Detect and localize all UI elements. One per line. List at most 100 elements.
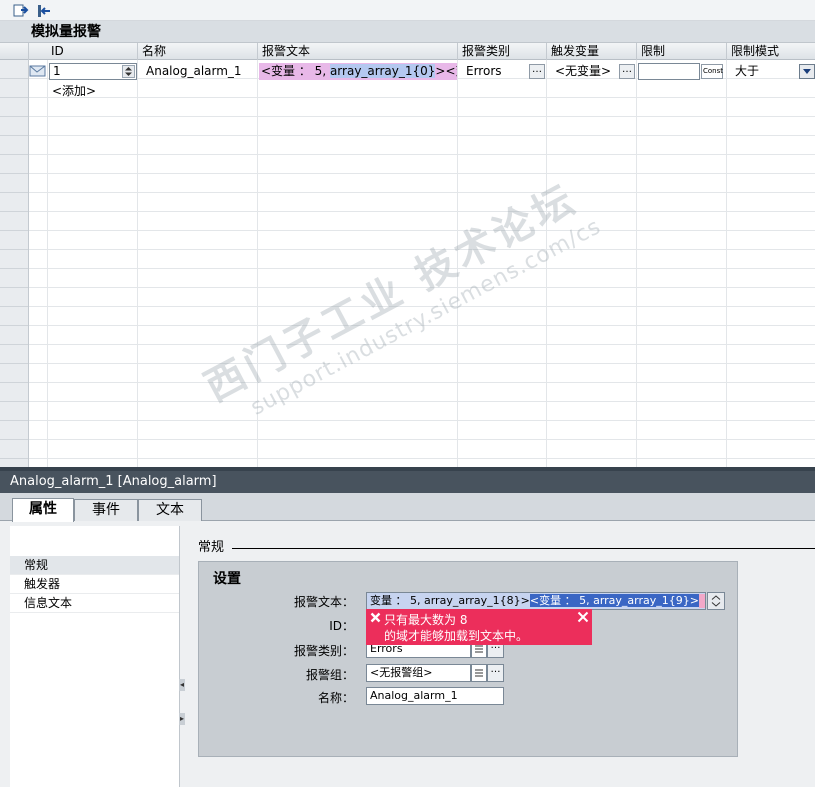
add-row-icon [38, 5, 50, 17]
row-header[interactable] [0, 155, 28, 174]
grid-section-title: 模拟量报警 [0, 21, 815, 43]
table-row [29, 345, 815, 364]
row-header[interactable] [0, 402, 28, 421]
add-row-button[interactable] [35, 2, 52, 18]
alarm-text-field[interactable]: 变量 ： 5, array_array_1{8}><变量 ： 5, array_… [366, 592, 706, 610]
row-header[interactable] [0, 307, 28, 326]
nav-item-trigger[interactable]: 触发器 [10, 575, 179, 594]
row-header[interactable] [0, 459, 28, 467]
close-icon[interactable] [576, 610, 590, 624]
limit-mode-cell[interactable]: 大于 [731, 62, 797, 81]
expand-right-icon[interactable]: ▸ [179, 713, 185, 725]
col-header-alarm-class[interactable]: 报警类别 [458, 43, 547, 60]
id-label: ID： [329, 619, 354, 633]
col-header-limit-mode[interactable]: 限制模式 [727, 43, 815, 60]
col-divider [47, 60, 48, 467]
col-header-alarm-text[interactable]: 报警文本 [258, 43, 458, 60]
limit-mode-dropdown[interactable] [799, 64, 815, 79]
alarm-text-selection: array_array_1{0} [329, 64, 436, 78]
row-header[interactable] [0, 60, 28, 79]
table-row [29, 250, 815, 269]
tab-texts[interactable]: 文本 [138, 499, 202, 521]
alarm-group-browse-button[interactable]: … [487, 664, 504, 682]
table-row [29, 98, 815, 117]
id-spinner[interactable] [122, 65, 135, 78]
row-header[interactable] [0, 174, 28, 193]
alarm-name-cell[interactable]: Analog_alarm_1 [142, 62, 256, 81]
alarm-group-list-icon[interactable] [471, 664, 487, 682]
trigger-cell[interactable]: <无变量> [551, 62, 617, 81]
table-row [29, 364, 815, 383]
table-row [29, 288, 815, 307]
col-divider [257, 60, 258, 467]
alarm-text-part1: 变量 ： 5, array_array_1{8}> [370, 594, 530, 607]
table-row [29, 193, 815, 212]
properties-nav: 常规 触发器 信息文本 [10, 526, 180, 787]
nav-item-general[interactable]: 常规 [10, 556, 179, 575]
col-header-limit[interactable]: 限制 [637, 43, 727, 60]
alarm-class-cell[interactable]: Errors [462, 62, 528, 81]
table-row [29, 117, 815, 136]
alarm-text-label: 报警文本： [293, 595, 354, 609]
alarm-group-field[interactable]: <无报警组> [366, 664, 471, 682]
error-line2: 的域才能够加载到文本中。 [384, 629, 529, 643]
insert-row-icon [13, 4, 29, 17]
table-row [29, 421, 815, 440]
row-header[interactable] [0, 288, 28, 307]
error-line1: 只有最大数为 8 [384, 613, 468, 627]
table-row [29, 231, 815, 250]
row-header[interactable] [0, 269, 28, 288]
alarm-text-spinner[interactable] [707, 592, 725, 610]
grid-header: ID 名称 报警文本 报警类别 触发变量 限制 限制模式 [0, 43, 815, 60]
col-header-trigger[interactable]: 触发变量 [547, 43, 637, 60]
col-header-id[interactable]: ID [47, 43, 138, 60]
trigger-browse-button[interactable]: … [619, 64, 635, 79]
table-row [29, 269, 815, 288]
tab-properties[interactable]: 属性 [12, 498, 74, 522]
id-input[interactable]: 1 [49, 63, 137, 80]
table-row [29, 326, 815, 345]
row-header[interactable] [0, 193, 28, 212]
tab-events[interactable]: 事件 [74, 499, 138, 521]
settings-title: 设置 [213, 571, 241, 587]
col-divider [726, 60, 727, 467]
id-value: 1 [53, 64, 61, 78]
col-header-name[interactable]: 名称 [138, 43, 258, 60]
table-row [29, 402, 815, 421]
row-header[interactable] [0, 383, 28, 402]
settings-group: 设置 报警文本： 变量 ： 5, array_array_1{8}><变量 ： … [198, 561, 738, 757]
name-field[interactable]: Analog_alarm_1 [366, 687, 504, 705]
row-header[interactable] [0, 326, 28, 345]
row-header[interactable] [0, 98, 28, 117]
row-header[interactable] [0, 345, 28, 364]
alarm-group-label: 报警组： [305, 668, 354, 682]
up-down-icon [125, 67, 132, 76]
name-label: 名称： [317, 691, 354, 705]
row-header[interactable] [0, 117, 28, 136]
row-header[interactable] [0, 79, 28, 98]
alarm-text-prefix: <变量 ： 5, [261, 64, 330, 78]
alarm-class-browse-button[interactable]: … [529, 64, 545, 79]
error-icon [370, 612, 381, 623]
alarm-text-field-marker [699, 594, 705, 608]
row-header[interactable] [0, 250, 28, 269]
row-header[interactable] [0, 440, 28, 459]
col-divider [137, 60, 138, 467]
constant-button[interactable]: Const [701, 64, 723, 79]
insert-row-button[interactable] [11, 2, 29, 18]
add-row-link[interactable]: <添加> [52, 83, 96, 100]
table-row [29, 174, 815, 193]
row-header-column [0, 60, 29, 467]
alarm-text-cell[interactable]: <变量 ： 5, array_array_1{0}><变量 [259, 63, 457, 80]
table-row [29, 79, 815, 98]
section-general-label: 常规 [198, 540, 225, 555]
row-header[interactable] [0, 212, 28, 231]
row-header[interactable] [0, 421, 28, 440]
nav-item-info-text[interactable]: 信息文本 [10, 594, 179, 613]
collapse-left-icon[interactable]: ◂ [179, 679, 185, 691]
row-header[interactable] [0, 364, 28, 383]
limit-input[interactable] [638, 63, 700, 80]
row-header[interactable] [0, 231, 28, 250]
row-header[interactable] [0, 136, 28, 155]
